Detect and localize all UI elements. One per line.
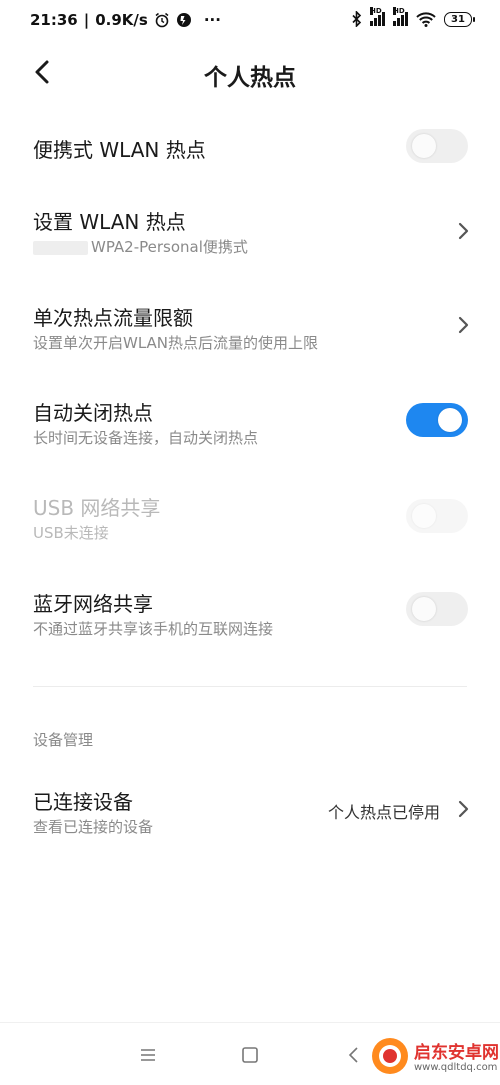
- battery-icon: 31: [444, 11, 475, 27]
- setup-hotspot-row[interactable]: 设置 WLAN 热点 WPA2-Personal便携式: [0, 198, 500, 264]
- watermark-url: www.qdltdq.com: [414, 1062, 498, 1073]
- signal-icon-2: HD: [393, 7, 408, 26]
- auto-close-label: 自动关闭热点: [33, 401, 153, 425]
- bt-tether-subtitle: 不通过蓝牙共享该手机的互联网连接: [33, 620, 274, 638]
- portable-hotspot-toggle[interactable]: [406, 129, 468, 163]
- usb-tether-row: USB 网络共享 USB未连接: [0, 484, 500, 550]
- status-separator: |: [83, 11, 90, 29]
- watermark-logo-icon: [379, 1045, 401, 1067]
- connected-devices-label: 已连接设备: [33, 790, 133, 814]
- nav-home-button[interactable]: [236, 1041, 264, 1069]
- data-limit-label: 单次热点流量限额: [33, 306, 193, 330]
- bt-tether-row[interactable]: 蓝牙网络共享 不通过蓝牙共享该手机的互联网连接: [0, 580, 500, 646]
- signal-icon-1: HD: [370, 7, 385, 26]
- toggle-knob: [412, 134, 436, 158]
- home-square-icon: [242, 1047, 258, 1063]
- hotspot-status-value: 个人热点已停用: [327, 803, 440, 822]
- redacted-ssid: [33, 240, 88, 255]
- page-title: 个人热点: [204, 65, 296, 91]
- status-right: HD HD 31: [352, 7, 475, 27]
- auto-close-toggle[interactable]: [406, 403, 468, 437]
- status-left: 21:36 | 0.9K/s ···: [30, 11, 221, 29]
- data-limit-subtitle: 设置单次开启WLAN热点后流量的使用上限: [33, 334, 319, 352]
- auto-close-subtitle: 长时间无设备连接，自动关闭热点: [33, 429, 259, 447]
- nav-menu-button[interactable]: [134, 1041, 162, 1069]
- connected-devices-subtitle: 查看已连接的设备: [33, 818, 154, 836]
- bluetooth-icon: [352, 11, 362, 27]
- data-limit-row[interactable]: 单次热点流量限额 设置单次开启WLAN热点后流量的使用上限: [0, 294, 500, 360]
- menu-icon: [141, 1049, 155, 1061]
- toggle-knob: [412, 504, 436, 528]
- alarm-icon: [155, 12, 169, 28]
- toggle-knob: [438, 408, 462, 432]
- section-header-device-management: 设备管理: [33, 731, 94, 749]
- usb-tether-label: USB 网络共享: [33, 496, 161, 520]
- setup-hotspot-security: WPA2-Personal便携式: [91, 238, 248, 256]
- app-header: 个人热点: [0, 44, 500, 100]
- wifi-icon: [416, 11, 436, 27]
- toggle-knob: [412, 597, 436, 621]
- chevron-right-icon: [458, 800, 469, 818]
- status-net-speed: 0.9K/s: [95, 11, 148, 29]
- nav-back-icon: [348, 1047, 358, 1063]
- usb-tether-toggle: [406, 499, 468, 533]
- bt-tether-label: 蓝牙网络共享: [33, 592, 153, 616]
- auto-close-row[interactable]: 自动关闭热点 长时间无设备连接，自动关闭热点: [0, 389, 500, 455]
- usb-tether-subtitle: USB未连接: [33, 524, 109, 542]
- status-time: 21:36: [30, 11, 78, 29]
- connected-devices-row[interactable]: 已连接设备 查看已连接的设备 个人热点已停用: [0, 778, 500, 844]
- portable-hotspot-label: 便携式 WLAN 热点: [33, 138, 206, 162]
- setup-hotspot-label: 设置 WLAN 热点: [33, 210, 186, 234]
- watermark-text: 启东安卓网: [414, 1043, 499, 1063]
- status-bar: 21:36 | 0.9K/s ··· HD HD 31: [0, 0, 500, 44]
- portable-hotspot-row[interactable]: 便携式 WLAN 热点: [0, 118, 500, 178]
- app-notification-icon: [176, 13, 191, 27]
- setup-hotspot-subtitle: WPA2-Personal便携式: [33, 236, 248, 257]
- bt-tether-toggle[interactable]: [406, 592, 468, 626]
- chevron-right-icon: [458, 316, 469, 334]
- status-more-icon: ···: [203, 11, 221, 29]
- section-divider: [33, 686, 467, 687]
- watermark: 启东安卓网 www.qdltdq.com: [360, 1034, 500, 1084]
- watermark-logo: [372, 1038, 408, 1074]
- chevron-right-icon: [458, 222, 469, 240]
